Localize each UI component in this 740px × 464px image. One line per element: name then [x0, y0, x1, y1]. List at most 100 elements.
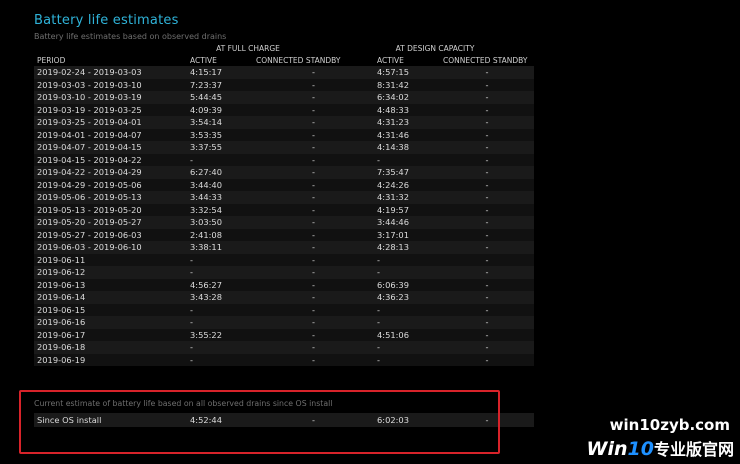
standby-design-cell: -: [440, 78, 534, 91]
standby-design-cell: -: [440, 166, 534, 179]
active-full-cell: 3:44:40: [187, 178, 253, 191]
standby-design-cell: -: [440, 116, 534, 129]
page-title: Battery life estimates: [34, 13, 179, 28]
standby-design-cell: -: [440, 66, 534, 79]
standby-full-cell: -: [253, 291, 374, 304]
period-cell: 2019-06-13: [34, 278, 187, 291]
watermark-logo-win: Win: [586, 438, 628, 460]
standby-design-cell: -: [440, 303, 534, 316]
standby-full-cell: -: [253, 66, 374, 79]
standby-full-cell: -: [253, 353, 374, 366]
standby-full-cell: -: [253, 241, 374, 254]
active-full-cell: 3:37:55: [187, 141, 253, 154]
period-cell: 2019-03-19 - 2019-03-25: [34, 103, 187, 116]
standby-design-cell: -: [440, 291, 534, 304]
standby-design-cell: -: [440, 128, 534, 141]
standby-full-cell: -: [253, 141, 374, 154]
period-cell: 2019-05-06 - 2019-05-13: [34, 191, 187, 204]
active-full-cell: 4:15:17: [187, 66, 253, 79]
table-row: 2019-06-12- - - -: [34, 266, 534, 279]
table-row: 2019-04-22 - 2019-04-29 6:27:40-7:35:47-: [34, 166, 534, 179]
period-cell: 2019-04-07 - 2019-04-15: [34, 141, 187, 154]
active-full-cell: 7:23:37: [187, 78, 253, 91]
table-row: 2019-06-15- - - -: [34, 303, 534, 316]
period-cell: 2019-06-03 - 2019-06-10: [34, 241, 187, 254]
column-header-standby-full: CONNECTED STANDBY: [256, 55, 341, 65]
table-row: 2019-03-10 - 2019-03-19 5:44:45-6:34:02-: [34, 91, 534, 104]
active-full-cell: 6:27:40: [187, 166, 253, 179]
standby-design-cell: -: [440, 328, 534, 341]
table-row: 2019-03-19 - 2019-03-25 4:09:39-4:48:33-: [34, 103, 534, 116]
active-design-cell: 8:31:42: [374, 78, 440, 91]
standby-full-cell: -: [253, 228, 374, 241]
standby-full-cell: -: [253, 116, 374, 129]
active-design-cell: 4:24:26: [374, 178, 440, 191]
active-full-cell: 5:44:45: [187, 91, 253, 104]
active-design-cell: 6:06:39: [374, 278, 440, 291]
page-subtitle: Battery life estimates based on observed…: [34, 32, 227, 41]
standby-design-cell: -: [440, 191, 534, 204]
standby-full-cell: -: [253, 341, 374, 354]
active-design-cell: 4:57:15: [374, 66, 440, 79]
period-cell: 2019-04-01 - 2019-04-07: [34, 128, 187, 141]
active-design-cell: 4:31:32: [374, 191, 440, 204]
period-cell: 2019-03-25 - 2019-04-01: [34, 116, 187, 129]
watermark-logo: Win10专业版官网: [587, 436, 734, 460]
standby-full-cell: -: [253, 216, 374, 229]
table-header-row: PERIOD ACTIVE CONNECTED STANDBY ACTIVE C…: [34, 54, 534, 66]
table-row: 2019-06-13 4:56:27-6:06:39-: [34, 278, 534, 291]
active-design-cell: -: [374, 316, 440, 329]
active-design-cell: -: [374, 253, 440, 266]
watermark-url: win10zyb.com: [609, 416, 730, 434]
period-cell: 2019-02-24 - 2019-03-03: [34, 66, 187, 79]
table-row: 2019-06-03 - 2019-06-10 3:38:11-4:28:13-: [34, 241, 534, 254]
active-design-cell: -: [374, 341, 440, 354]
active-design-cell: 4:36:23: [374, 291, 440, 304]
period-cell: 2019-06-15: [34, 303, 187, 316]
table-row: 2019-06-17 3:55:22-4:51:06-: [34, 328, 534, 341]
table-row: 2019-02-24 - 2019-03-03 4:15:17-4:57:15-: [34, 66, 534, 79]
table-row: 2019-03-25 - 2019-04-01 3:54:14-4:31:23-: [34, 116, 534, 129]
period-cell: 2019-06-12: [34, 266, 187, 279]
standby-design-cell: -: [440, 241, 534, 254]
active-full-cell: -: [187, 316, 253, 329]
table-row: 2019-03-03 - 2019-03-10 7:23:37-8:31:42-: [34, 78, 534, 91]
period-cell: 2019-04-29 - 2019-05-06: [34, 178, 187, 191]
active-design-cell: 4:19:57: [374, 203, 440, 216]
active-design-cell: 3:17:01: [374, 228, 440, 241]
active-design-cell: 4:28:13: [374, 241, 440, 254]
active-full-cell: 3:53:35: [187, 128, 253, 141]
active-full-cell: 3:55:22: [187, 328, 253, 341]
watermark-logo-cn: 专业版官网: [653, 440, 734, 459]
active-full-cell: 4:09:39: [187, 103, 253, 116]
standby-full-cell: -: [253, 103, 374, 116]
active-design-cell: -: [374, 303, 440, 316]
active-full-cell: -: [187, 153, 253, 166]
standby-design-cell: -: [440, 353, 534, 366]
active-full-cell: 2:41:08: [187, 228, 253, 241]
battery-estimates-table: PERIOD ACTIVE CONNECTED STANDBY ACTIVE C…: [34, 54, 534, 366]
table-row: 2019-06-18- - - -: [34, 341, 534, 354]
column-header-period: PERIOD: [37, 55, 66, 65]
standby-full-cell: -: [253, 166, 374, 179]
watermark-logo-10: 10: [627, 438, 654, 460]
active-design-cell: 4:48:33: [374, 103, 440, 116]
active-design-cell: 6:34:02: [374, 91, 440, 104]
period-cell: 2019-05-13 - 2019-05-20: [34, 203, 187, 216]
table-row: 2019-06-11- - - -: [34, 253, 534, 266]
table-row: 2019-04-15 - 2019-04-22- - - -: [34, 153, 534, 166]
active-design-cell: 4:51:06: [374, 328, 440, 341]
active-full-cell: 3:38:11: [187, 241, 253, 254]
active-design-cell: -: [374, 153, 440, 166]
standby-full-cell: -: [253, 91, 374, 104]
column-header-standby-design: CONNECTED STANDBY: [443, 55, 528, 65]
column-header-active-full: ACTIVE: [190, 55, 217, 65]
active-design-cell: -: [374, 353, 440, 366]
standby-full-cell: -: [253, 191, 374, 204]
active-full-cell: -: [187, 353, 253, 366]
period-cell: 2019-06-17: [34, 328, 187, 341]
active-design-cell: 7:35:47: [374, 166, 440, 179]
period-cell: 2019-05-27 - 2019-06-03: [34, 228, 187, 241]
table-row: 2019-06-14 3:43:28-4:36:23-: [34, 291, 534, 304]
group-header-full-charge: AT FULL CHARGE: [216, 44, 280, 53]
